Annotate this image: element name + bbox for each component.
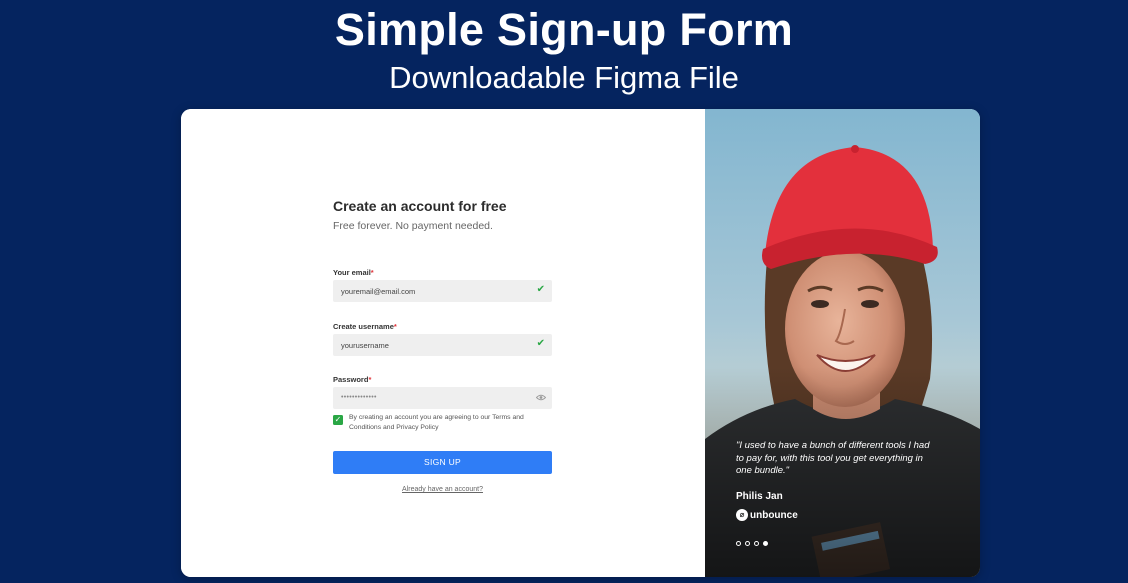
carousel-dot-1[interactable] <box>736 541 741 546</box>
sign-up-button[interactable]: SIGN UP <box>333 451 552 474</box>
testimonial-quote: "I used to have a bunch of different too… <box>736 440 930 476</box>
sign-in-link[interactable]: Already have an account? <box>333 486 552 493</box>
username-label: Create username* <box>333 322 397 331</box>
check-icon: ✔ <box>536 284 545 295</box>
email-value: youremail@email.com <box>341 287 416 296</box>
unbounce-logo-icon: ⌀ <box>736 509 748 521</box>
username-value: yourusername <box>341 341 389 350</box>
password-value: ••••••••••••• <box>341 394 377 401</box>
password-label-text: Password <box>333 375 369 384</box>
password-field[interactable]: ••••••••••••• <box>333 387 552 409</box>
terms-text: By creating an account you are agreeing … <box>349 414 524 431</box>
testimonial-photo-panel: "I used to have a bunch of different too… <box>705 109 980 577</box>
signup-card: Create an account for free Free forever.… <box>181 109 980 577</box>
required-marker: * <box>393 322 397 331</box>
carousel-dot-4[interactable] <box>763 541 768 546</box>
form-subtitle: Free forever. No payment needed. <box>333 220 493 232</box>
username-label-text: Create username <box>333 322 394 331</box>
email-field[interactable]: youremail@email.com ✔ <box>333 280 552 302</box>
required-marker: * <box>368 375 372 384</box>
check-icon: ✔ <box>536 338 545 349</box>
required-marker: * <box>370 268 374 277</box>
eye-icon[interactable] <box>536 394 546 401</box>
form-title: Create an account for free <box>333 198 507 214</box>
hero-title: Simple Sign-up Form <box>334 4 794 55</box>
testimonial-author: Philis Jan <box>736 491 783 502</box>
hero-subtitle: Downloadable Figma File <box>389 60 739 95</box>
testimonial-photo <box>705 109 980 577</box>
form-panel: Create an account for free Free forever.… <box>181 109 705 577</box>
email-label: Your email* <box>333 268 374 277</box>
terms-checkbox[interactable]: ✓ <box>333 415 343 425</box>
signup-form: Create an account for free Free forever.… <box>333 198 552 493</box>
brand-name: unbounce <box>750 509 798 521</box>
carousel-dots <box>736 541 768 546</box>
carousel-dot-3[interactable] <box>754 541 759 546</box>
password-label: Password* <box>333 375 371 384</box>
brand-logo: ⌀ unbounce <box>736 508 798 522</box>
username-field[interactable]: yourusername ✔ <box>333 334 552 356</box>
carousel-dot-2[interactable] <box>745 541 750 546</box>
email-label-text: Your email <box>333 268 371 277</box>
